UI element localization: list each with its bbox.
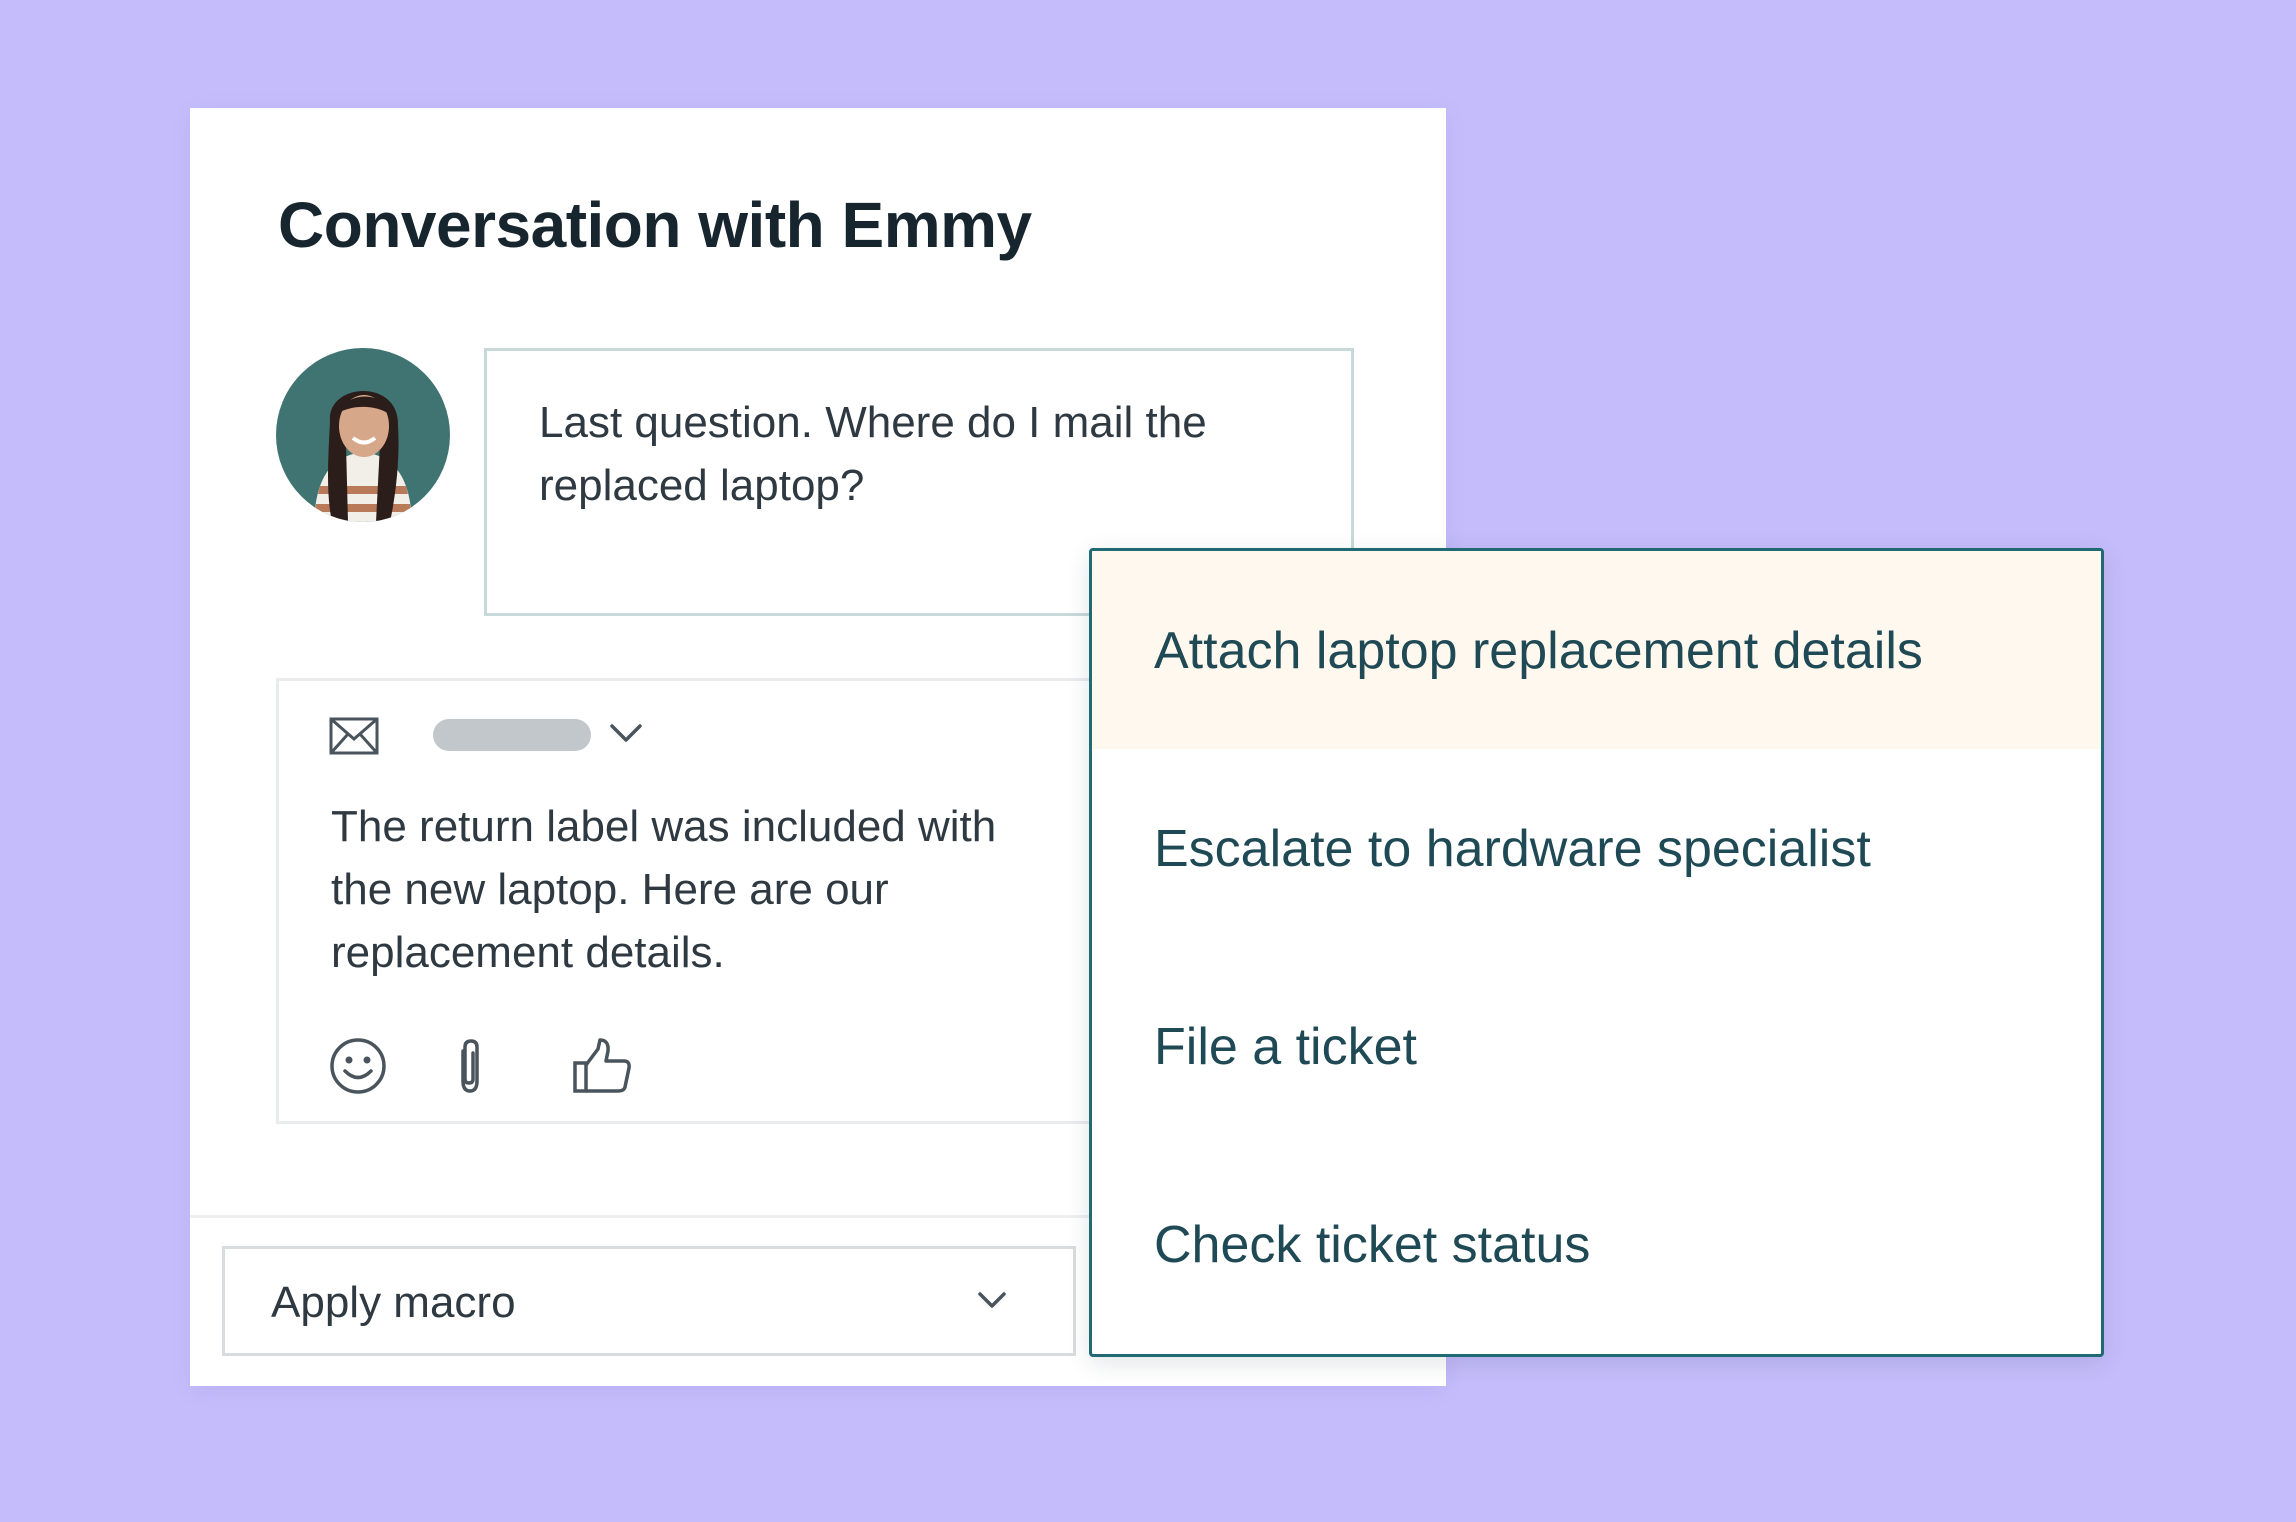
macro-option-file-ticket[interactable]: File a ticket [1092,947,2101,1145]
macro-option-label: File a ticket [1154,1018,1417,1076]
macro-option-label: Attach laptop replacement details [1154,622,1923,680]
chevron-down-icon[interactable] [977,1289,1007,1316]
apply-macro-label: Apply macro [271,1278,516,1327]
recipient-pill[interactable] [433,719,591,751]
macro-dropdown: Attach laptop replacement details Escala… [1089,548,2104,1357]
chevron-down-icon[interactable] [609,721,643,750]
thumbs-up-icon[interactable] [571,1037,633,1100]
customer-message-text: Last question. Where do I mail the repla… [539,398,1207,510]
macro-option-label: Check ticket status [1154,1216,1591,1274]
customer-avatar-image [276,348,450,522]
mail-icon[interactable] [329,717,379,760]
macro-option-attach-details[interactable]: Attach laptop replacement details [1092,551,2101,749]
reply-text[interactable]: The return label was included with the n… [331,795,1051,984]
apply-macro-select[interactable]: Apply macro [222,1246,1076,1356]
macro-option-check-status[interactable]: Check ticket status [1092,1145,2101,1343]
macro-option-label: Escalate to hardware specialist [1154,820,1871,878]
macro-option-escalate[interactable]: Escalate to hardware specialist [1092,749,2101,947]
page-title: Conversation with Emmy [278,189,1032,261]
avatar [276,348,450,522]
paperclip-icon[interactable] [449,1037,489,1100]
emoji-icon[interactable] [329,1037,387,1100]
